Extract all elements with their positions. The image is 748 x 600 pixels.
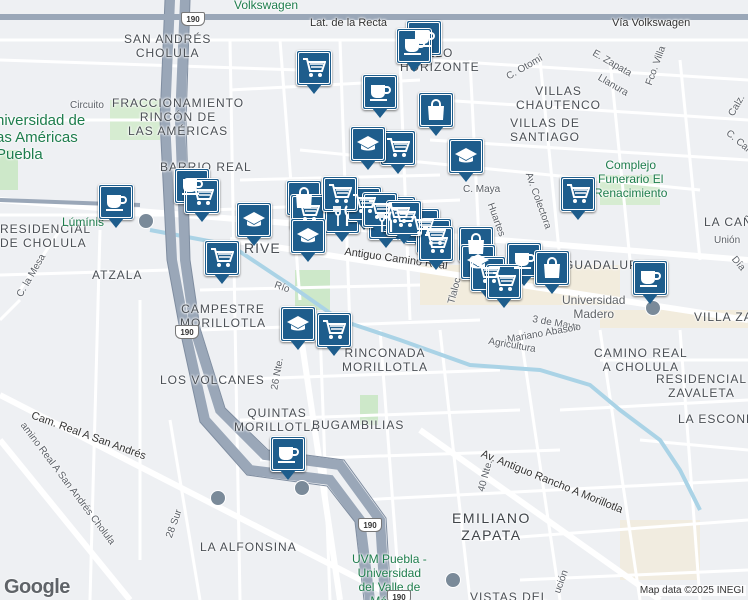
university-icon	[210, 490, 226, 506]
marker-tail	[214, 274, 230, 284]
street-union: Unión	[714, 235, 741, 246]
map-marker[interactable]	[204, 240, 240, 286]
map-marker[interactable]	[296, 50, 332, 96]
map-marker[interactable]	[534, 250, 570, 296]
map-marker[interactable]	[418, 92, 454, 138]
highway-shield: 190	[181, 12, 205, 26]
coffee-icon	[270, 436, 306, 472]
coffee-icon	[98, 184, 134, 220]
highway	[159, 0, 390, 600]
map-marker[interactable]	[316, 312, 352, 358]
marker-tail	[360, 160, 376, 170]
google-logo[interactable]: Google	[4, 576, 70, 599]
marker-tail	[326, 346, 342, 356]
marker-tail	[570, 210, 586, 220]
area-villas-santiago: VILLAS DE SANTIAGO	[510, 116, 581, 144]
marker-tail	[372, 108, 388, 118]
map-marker[interactable]	[236, 202, 272, 248]
street-circuito: Circuito	[70, 100, 104, 111]
poi-universidad-madero[interactable]: Universidad Madero	[562, 293, 625, 321]
map-canvas[interactable]: Lat. de la Recta Vía Volkswagen Volkswag…	[0, 0, 748, 600]
map-marker[interactable]	[270, 436, 306, 482]
cart-icon	[560, 176, 596, 212]
area-emiliano-zapata: EMILIANO ZAPATA	[452, 510, 531, 543]
marker-tail	[544, 284, 560, 294]
map-marker[interactable]	[362, 74, 398, 120]
map-marker[interactable]	[280, 306, 316, 352]
area-san-andres-cholula: SAN ANDRÉS CHOLULA	[124, 32, 212, 60]
area-fracc-rincon: FRACCIONAMIENTO RINCÓN DE LAS AMÉRICAS	[112, 96, 245, 138]
marker-tail	[108, 218, 124, 228]
area-los-volcanes: LOS VOLCANES	[160, 373, 265, 387]
poi-volkswagen[interactable]: Volkswagen	[234, 0, 298, 12]
map-marker[interactable]	[184, 178, 220, 224]
street-c-maya: C. Maya	[463, 184, 501, 195]
area-bugambilias: BUGAMBILIAS	[312, 418, 405, 432]
school-icon	[448, 138, 484, 174]
cart-icon	[316, 312, 352, 348]
marker-tail	[306, 84, 322, 94]
marker-tail	[428, 260, 444, 270]
coffee-icon	[632, 260, 668, 296]
cart-icon	[204, 240, 240, 276]
marker-tail	[290, 340, 306, 350]
marker-tail	[428, 126, 444, 136]
marker-tail	[334, 232, 350, 242]
area-la-escondida: LA ESCONDI	[678, 412, 748, 426]
poi-complejo-funerario[interactable]: Complejo Funerario El Renacimiento	[594, 158, 667, 200]
marker-tail	[642, 294, 658, 304]
highway-shield: 190	[175, 325, 199, 339]
map-marker[interactable]	[418, 226, 454, 272]
poi-universidad-americas[interactable]: niversidad de as Américas Puebla	[0, 112, 85, 163]
area-atzala: ATZALA	[92, 268, 143, 282]
area-la-cana: LA CAÑA	[704, 215, 748, 229]
university-icon	[138, 213, 154, 229]
map-attribution[interactable]: Map data ©2025 INEGI	[637, 585, 746, 596]
street-via-volkswagen: Vía Volkswagen	[612, 17, 691, 29]
map-marker[interactable]	[350, 126, 386, 172]
map-marker[interactable]	[632, 260, 668, 306]
marker-tail	[406, 62, 422, 72]
coffee-icon	[362, 74, 398, 110]
map-marker[interactable]	[448, 138, 484, 184]
marker-tail	[300, 252, 316, 262]
marker-tail	[496, 298, 512, 308]
map-marker[interactable]	[560, 176, 596, 222]
marker-tail	[280, 470, 296, 480]
street-lat-recta: Lat. de la Recta	[310, 17, 388, 29]
map-marker[interactable]	[290, 218, 326, 264]
marker-tail	[194, 212, 210, 222]
area-la-alfonsina: LA ALFONSINA	[200, 540, 297, 554]
highway-shield: 190	[358, 518, 382, 532]
school-icon	[350, 126, 386, 162]
area-rinconada: RINCONADA MORILLOTLA	[342, 346, 429, 374]
area-camino-real: CAMINO REAL A CHOLULA	[594, 346, 688, 374]
area-vistas: VISTAS DEL	[470, 590, 549, 600]
marker-tail	[390, 164, 406, 174]
area-villas-chautenco: VILLAS CHAUTENCO	[516, 84, 602, 112]
bag-icon	[534, 250, 570, 286]
school-icon	[280, 306, 316, 342]
map-marker[interactable]	[486, 264, 522, 310]
area-villa-zavaleta: VILLA ZAV	[694, 310, 748, 324]
area-residencial-zavaleta: RESIDENCIAL ZAVALETA	[656, 372, 748, 400]
school-icon	[290, 218, 326, 254]
map-marker[interactable]	[98, 184, 134, 230]
area-quintas: QUINTAS MORILLOTLA	[234, 406, 321, 434]
cart-icon	[296, 50, 332, 86]
marker-tail	[246, 236, 262, 246]
university-icon	[294, 480, 310, 496]
school-icon	[236, 202, 272, 238]
highway-shield: 190	[387, 590, 411, 600]
marker-tail	[458, 172, 474, 182]
university-icon	[445, 572, 461, 588]
bag-icon	[418, 92, 454, 128]
